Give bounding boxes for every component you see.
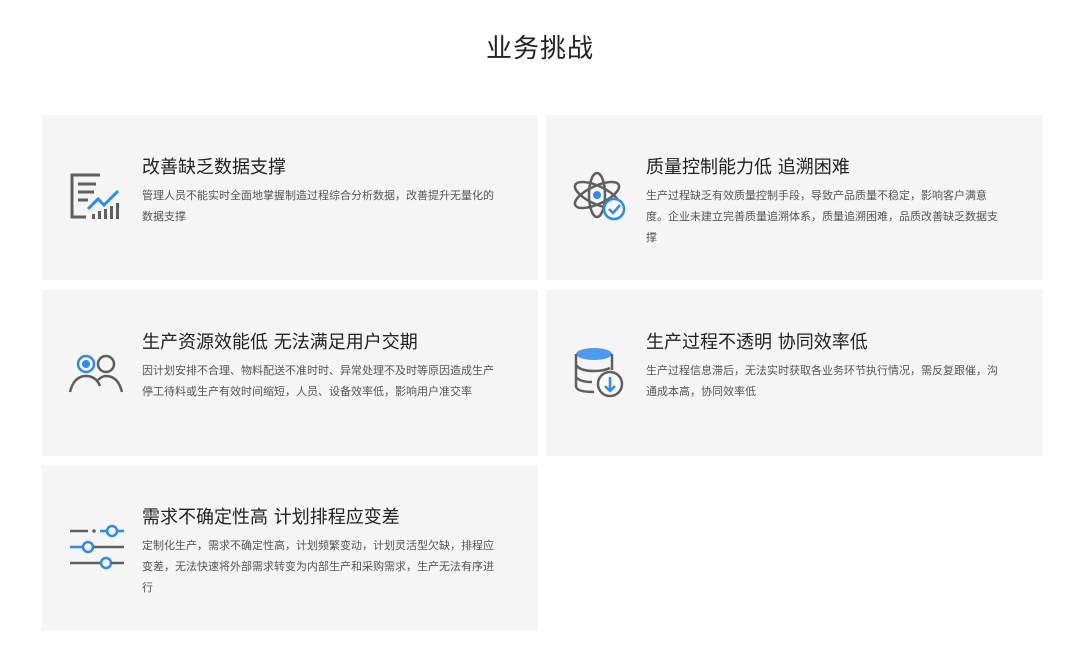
business-challenges-section: 业务挑战 改善缺乏数据支撑 管理人员不能实时全面地掌握制造过程综合分析数据，改善… (0, 0, 1080, 658)
card-title: 需求不确定性高 计划排程应变差 (142, 507, 400, 528)
card-description: 管理人员不能实时全面地掌握制造过程综合分析数据，改善提升无量化的数据支撑 (142, 189, 494, 223)
card-description: 生产过程缺乏有效质量控制手段，导致产品质量不稳定，影响客户满意度。企业未建立完善… (646, 189, 998, 244)
card-title: 生产资源效能低 无法满足用户交期 (142, 332, 418, 353)
users-icon (66, 342, 126, 402)
card-title: 生产过程不透明 协同效率低 (646, 332, 868, 353)
card-title: 改善缺乏数据支撑 (142, 157, 286, 178)
card-description: 生产过程信息滞后，无法实时获取各业务环节执行情况，需反复跟催，沟通成本高，协同效… (646, 364, 998, 398)
database-download-icon (570, 342, 630, 402)
sliders-icon (66, 517, 126, 577)
challenge-card-quality-control: 质量控制能力低 追溯困难 生产过程缺乏有效质量控制手段，导致产品质量不稳定，影响… (546, 115, 1043, 280)
card-title: 质量控制能力低 追溯困难 (646, 157, 850, 178)
challenge-card-data-support: 改善缺乏数据支撑 管理人员不能实时全面地掌握制造过程综合分析数据，改善提升无量化… (42, 115, 538, 280)
atom-check-icon (570, 167, 630, 227)
data-report-icon (66, 167, 126, 227)
challenge-card-process-transparency: 生产过程不透明 协同效率低 生产过程信息滞后，无法实时获取各业务环节执行情况，需… (546, 290, 1043, 456)
challenge-card-resource-efficiency: 生产资源效能低 无法满足用户交期 因计划安排不合理、物料配送不准时时、异常处理不… (42, 290, 538, 456)
card-description: 因计划安排不合理、物料配送不准时时、异常处理不及时等原因造成生产停工待料或生产有… (142, 364, 494, 398)
challenge-card-demand-uncertainty: 需求不确定性高 计划排程应变差 定制化生产，需求不确定性高，计划频繁变动，计划灵… (42, 465, 538, 631)
card-description: 定制化生产，需求不确定性高，计划频繁变动，计划灵活型欠缺，排程应变差，无法快速将… (142, 539, 494, 594)
page-title: 业务挑战 (485, 34, 594, 64)
